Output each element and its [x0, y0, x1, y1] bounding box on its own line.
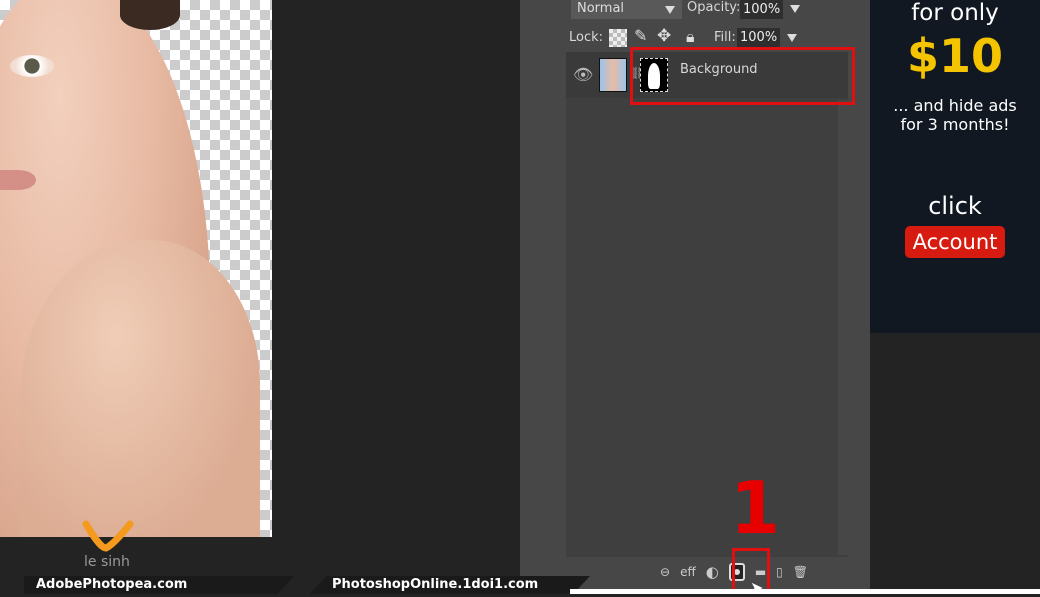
blend-mode-select[interactable]: Normal: [571, 0, 682, 19]
svg-text:le sinh: le sinh: [84, 554, 130, 570]
hair: [120, 0, 180, 30]
link-icon[interactable]: ⊖: [660, 565, 670, 579]
lips: [0, 170, 36, 190]
trash-icon[interactable]: 🗑︎: [793, 565, 808, 579]
ad-price: $10: [906, 29, 1004, 83]
shoulder: [20, 240, 260, 537]
eye: [10, 55, 54, 77]
step-number: 1: [730, 466, 781, 550]
opacity-dropdown-icon[interactable]: [790, 5, 800, 13]
ad-line3: for 3 months!: [900, 115, 1010, 134]
account-button[interactable]: Account: [904, 226, 1006, 258]
highlight-box-layer: [630, 47, 855, 105]
lock-transparency-icon[interactable]: [609, 29, 627, 47]
opacity-label: Opacity:: [687, 0, 741, 15]
effects-button[interactable]: eff: [680, 565, 696, 579]
chevron-down-icon: [665, 6, 675, 14]
fill-label: Fill:: [714, 30, 736, 45]
footer-left-label: AdobePhotopea.com: [24, 576, 294, 594]
mouse-cursor-icon: ➤: [750, 578, 764, 597]
white-strip: [570, 589, 1040, 594]
lock-all-icon[interactable]: 🔒︎: [686, 27, 695, 47]
ad-line2: ... and hide ads: [893, 96, 1017, 115]
lock-label: Lock:: [569, 30, 604, 45]
lock-paint-icon[interactable]: ✎: [634, 26, 647, 45]
fill-dropdown-icon[interactable]: [787, 34, 797, 42]
eye-visibility-icon[interactable]: 👁︎: [573, 65, 593, 84]
lock-move-icon[interactable]: ✥: [657, 26, 671, 46]
lesinh-logo: le sinh: [82, 520, 134, 570]
new-layer-icon[interactable]: ▯: [776, 565, 783, 579]
ad-line1: for only: [911, 0, 999, 26]
ad-panel[interactable]: for only $10 ... and hide ads for 3 mont…: [870, 0, 1040, 333]
document-image[interactable]: [0, 0, 272, 537]
blend-mode-value: Normal: [577, 1, 625, 16]
footer-right-label: PhotoshopOnline.1doi1.com: [310, 576, 590, 594]
layer-thumbnail[interactable]: [599, 58, 627, 92]
ad-click: click: [928, 192, 982, 220]
opacity-input[interactable]: 100%: [740, 0, 784, 19]
fill-input[interactable]: 100%: [737, 28, 781, 47]
layers-scrollbar[interactable]: [838, 100, 848, 555]
adjustment-icon[interactable]: ◐: [706, 563, 719, 581]
layers-list: [566, 52, 848, 557]
